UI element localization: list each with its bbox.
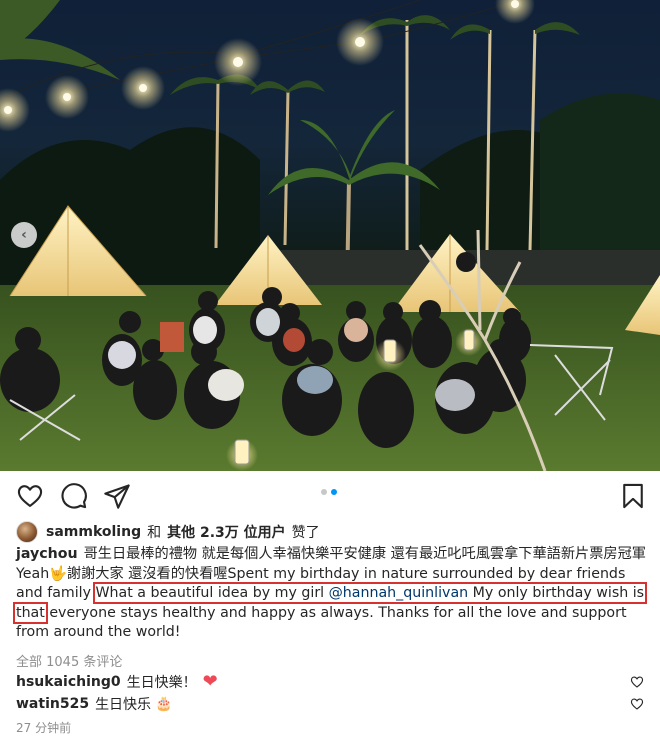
comment-like-heart-icon[interactable]: [630, 697, 644, 711]
caption-text-part3: everyone stays healthy and happy as alwa…: [16, 604, 627, 641]
likes-summary: sammkoling 和 其他 2.3万 位用户 赞了: [16, 518, 320, 546]
heart-outline-icon[interactable]: [16, 482, 44, 510]
likes-liked-text: 赞了: [291, 525, 320, 541]
caption-mention-link[interactable]: @hannah_quinlivan: [329, 585, 469, 601]
comment-text: 生日快乐: [95, 697, 152, 713]
bookmark-icon[interactable]: [619, 482, 647, 510]
caption-username[interactable]: jaychou: [16, 546, 78, 562]
likes-and-text: 和: [147, 525, 162, 541]
comment-row: watin525 生日快乐 🎂: [16, 694, 644, 714]
paper-plane-icon[interactable]: [103, 482, 131, 510]
carousel-prev-button[interactable]: ‹: [11, 222, 37, 248]
post-photo[interactable]: ‹: [0, 0, 660, 471]
comment-text: 生日快樂！: [126, 675, 197, 691]
comment-row: hsukaiching0 生日快樂！ ❤: [16, 672, 644, 692]
liked-by-username[interactable]: sammkoling: [46, 524, 141, 540]
post-caption: jaychou 哥生日最棒的禮物 就是每個人幸福快樂平安健康 還有最近叱吒風雲拿下…: [12, 545, 648, 643]
chevron-left-icon: ‹: [21, 227, 27, 243]
caption-emoji: 🤟: [49, 565, 67, 582]
red-heart-emoji: ❤: [202, 671, 218, 692]
post-timestamp: 27 分钟前: [16, 721, 72, 735]
avatar[interactable]: [16, 521, 38, 543]
campsite-photo-illustration: [0, 0, 660, 471]
action-bar: [0, 472, 660, 518]
likes-others-count[interactable]: 其他 2.3万 位用户: [167, 522, 286, 542]
view-all-comments-link[interactable]: 全部 1045 条评论: [16, 651, 122, 670]
caption-highlight-pre: What a beautiful idea by my girl: [95, 585, 329, 602]
comment-username[interactable]: watin525: [16, 696, 89, 712]
comment-bubble-icon[interactable]: [60, 482, 88, 510]
instagram-post: ‹ sammkoling 和 其他 2.3万 位用户 赞了 jaychou 哥生日…: [0, 0, 660, 741]
carousel-indicator: [321, 489, 337, 495]
comment-username[interactable]: hsukaiching0: [16, 674, 121, 690]
cake-emoji: 🎂: [155, 696, 173, 712]
carousel-dot: [321, 489, 327, 495]
comment-like-heart-icon[interactable]: [630, 675, 644, 689]
carousel-dot-active: [331, 489, 337, 495]
